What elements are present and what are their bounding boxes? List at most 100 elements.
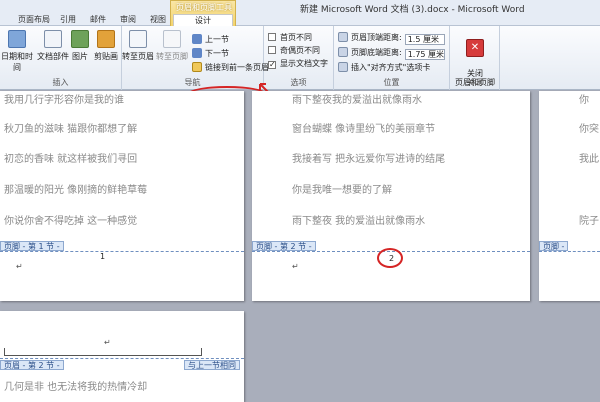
arrow-down-icon — [192, 48, 202, 58]
date-time-label: 日期和时间 — [1, 52, 33, 72]
link-to-previous-label: 链接到前一条页眉 — [205, 63, 269, 72]
footer-boundary — [539, 251, 600, 252]
doc-parts-label: 文档部件 — [37, 52, 69, 61]
text-line: 我此 — [579, 154, 599, 165]
ribbon-tab-bar: 页面布局 引用 邮件 审阅 视图 页眉和页脚工具 设计 新建 Microsoft… — [0, 0, 600, 27]
goto-header-button[interactable]: 转至页眉 — [122, 30, 154, 74]
header-top-label: 页眉顶端距离: — [351, 33, 402, 42]
footer-bottom-input[interactable]: 1.75 厘米 — [404, 49, 445, 60]
text-line: 初恋的香味 就这样被我们寻回 — [4, 154, 138, 165]
context-tab-group: 页眉和页脚工具 设计 — [170, 0, 236, 27]
checkbox-checked-icon: ✓ — [268, 60, 276, 69]
diff-first-page-checkbox[interactable]: 首页不同 — [268, 32, 312, 44]
show-document-text-checkbox[interactable]: ✓ 显示文档文字 — [268, 58, 328, 70]
show-document-text-label: 显示文档文字 — [280, 59, 328, 68]
paragraph-mark: ↵ — [104, 338, 111, 347]
same-as-previous-tag: 与上一节相同 — [184, 360, 240, 370]
diff-odd-even-checkbox[interactable]: 奇偶页不同 — [268, 45, 320, 57]
prev-section-label: 上一节 — [205, 35, 229, 44]
highlight-circle-page-number — [377, 248, 403, 268]
text-line: 秋刀鱼的滋味 猫跟你都想了解 — [4, 124, 138, 135]
text-line: 你说你舍不得吃掉 这一种感觉 — [4, 216, 138, 227]
group-insert: 日期和时间 文档部件 图片 剪贴画 插入 — [0, 26, 122, 90]
diff-odd-even-label: 奇偶页不同 — [280, 46, 320, 55]
prev-section-button[interactable]: 上一节 — [192, 34, 229, 46]
group-close: ✕ 关闭 页眉和页脚 关闭 — [450, 26, 500, 90]
footer-tag: 页脚 - — [539, 241, 569, 251]
goto-footer-button[interactable]: 转至页脚 — [156, 30, 188, 74]
picture-label: 图片 — [72, 52, 88, 61]
header-tag: 页眉 - 第 2 节 - — [0, 360, 64, 370]
text-line: 你突 — [579, 124, 599, 135]
tab-view[interactable]: 视图 — [146, 14, 170, 26]
text-line: 你 — [579, 95, 589, 106]
text-line: 雨下整夜我的爱溢出就像雨水 — [292, 95, 422, 106]
clipart-label: 剪贴画 — [94, 52, 118, 61]
page-1[interactable]: 我用几行字形容你是我的谁 秋刀鱼的滋味 猫跟你都想了解 初恋的香味 就这样被我们… — [0, 91, 244, 301]
header-position-icon — [338, 32, 348, 42]
goto-footer-icon — [163, 30, 181, 48]
arrow-up-icon — [192, 34, 202, 44]
clipart-button[interactable]: 剪贴画 — [92, 30, 120, 74]
footer-tag: 页脚 - 第 1 节 - — [0, 241, 64, 251]
goto-header-icon — [129, 30, 147, 48]
page-4[interactable]: ↵ 页眉 - 第 2 节 - 与上一节相同 几何是非 也无法将我的热情冷却 — [0, 311, 244, 402]
text-line: 那温暖的阳光 像刚摘的鲜艳草莓 — [4, 185, 148, 196]
goto-footer-label: 转至页脚 — [156, 52, 188, 61]
next-section-label: 下一节 — [205, 49, 229, 58]
group-insert-label: 插入 — [52, 78, 69, 87]
ribbon: 日期和时间 文档部件 图片 剪贴画 插入 转至页眉 转至页脚 上一节 下一节 链… — [0, 26, 600, 104]
insert-align-tab-button[interactable]: 插入"对齐方式"选项卡 — [338, 62, 430, 74]
tab-page-layout[interactable]: 页面布局 — [14, 14, 54, 26]
picture-icon — [71, 30, 89, 48]
link-to-previous-button[interactable]: 链接到前一条页眉 — [192, 62, 269, 74]
close-header-footer-button[interactable]: ✕ 关闭 页眉和页脚 — [454, 30, 496, 87]
date-time-button[interactable]: 日期和时间 — [0, 30, 34, 74]
text-line: 我接着写 把永远爱你写进诗的结尾 — [292, 154, 446, 165]
footer-bottom-label: 页脚底端距离: — [351, 48, 402, 57]
group-navigation: 转至页眉 转至页脚 上一节 下一节 链接到前一条页眉 导航 — [122, 26, 269, 90]
group-close-label: 关闭 — [466, 78, 483, 87]
checkbox-unchecked-icon — [268, 46, 276, 54]
clipart-icon — [97, 30, 115, 48]
close-icon: ✕ — [466, 39, 484, 57]
paragraph-mark: ↵ — [292, 262, 299, 271]
tab-review[interactable]: 审阅 — [116, 14, 140, 26]
text-line: 院子 — [579, 216, 599, 227]
document-parts-icon — [44, 30, 62, 48]
window-title: 新建 Microsoft Word 文档 (3).docx - Microsof… — [300, 5, 525, 15]
group-options-label: 选项 — [290, 78, 307, 87]
doc-parts-button[interactable]: 文档部件 — [36, 30, 70, 74]
diff-first-page-label: 首页不同 — [280, 33, 312, 42]
text-line: 你是我唯一想要的了解 — [292, 185, 392, 196]
goto-header-label: 转至页眉 — [122, 52, 154, 61]
page-3[interactable]: 你 你突 我此 院子 页脚 - — [539, 91, 600, 301]
header-top-distance: 页眉顶端距离: 1.5 厘米 — [338, 32, 445, 45]
link-icon — [192, 62, 202, 72]
footer-boundary — [0, 251, 244, 252]
page-2[interactable]: 雨下整夜我的爱溢出就像雨水 窗台蝴蝶 像诗里纷飞的美丽章节 我接着写 把永远爱你… — [252, 91, 530, 301]
insert-align-tab-label: 插入"对齐方式"选项卡 — [351, 63, 431, 72]
footer-tag: 页脚 - 第 2 节 - — [252, 241, 316, 251]
picture-button[interactable]: 图片 — [70, 30, 90, 74]
checkbox-unchecked-icon — [268, 33, 276, 41]
paragraph-mark: ↵ — [16, 262, 23, 271]
document-area[interactable]: 我用几行字形容你是我的谁 秋刀鱼的滋味 猫跟你都想了解 初恋的香味 就这样被我们… — [0, 91, 600, 402]
header-boundary — [0, 358, 244, 359]
group-position: 页眉顶端距离: 1.5 厘米 页脚底端距离: 1.75 厘米 插入"对齐方式"选项卡… — [334, 26, 450, 90]
tab-references[interactable]: 引用 — [56, 14, 80, 26]
tab-mailings[interactable]: 邮件 — [86, 14, 110, 26]
align-tab-icon — [338, 62, 348, 72]
text-line: 雨下整夜 我的爱溢出就像雨水 — [292, 216, 426, 227]
group-position-label: 位置 — [383, 78, 400, 87]
text-line: 窗台蝴蝶 像诗里纷飞的美丽章节 — [292, 124, 436, 135]
calendar-icon — [8, 30, 26, 48]
text-line: 几何是非 也无法将我的热情冷却 — [4, 382, 148, 393]
text-line: 我用几行字形容你是我的谁 — [4, 95, 124, 106]
group-options: 首页不同 奇偶页不同 ✓ 显示文档文字 选项 — [264, 26, 334, 90]
footer-position-icon — [338, 47, 348, 57]
next-section-button[interactable]: 下一节 — [192, 48, 229, 60]
page-number[interactable]: 1 — [100, 252, 105, 261]
header-top-input[interactable]: 1.5 厘米 — [404, 34, 445, 45]
header-border-bracket — [4, 348, 202, 356]
